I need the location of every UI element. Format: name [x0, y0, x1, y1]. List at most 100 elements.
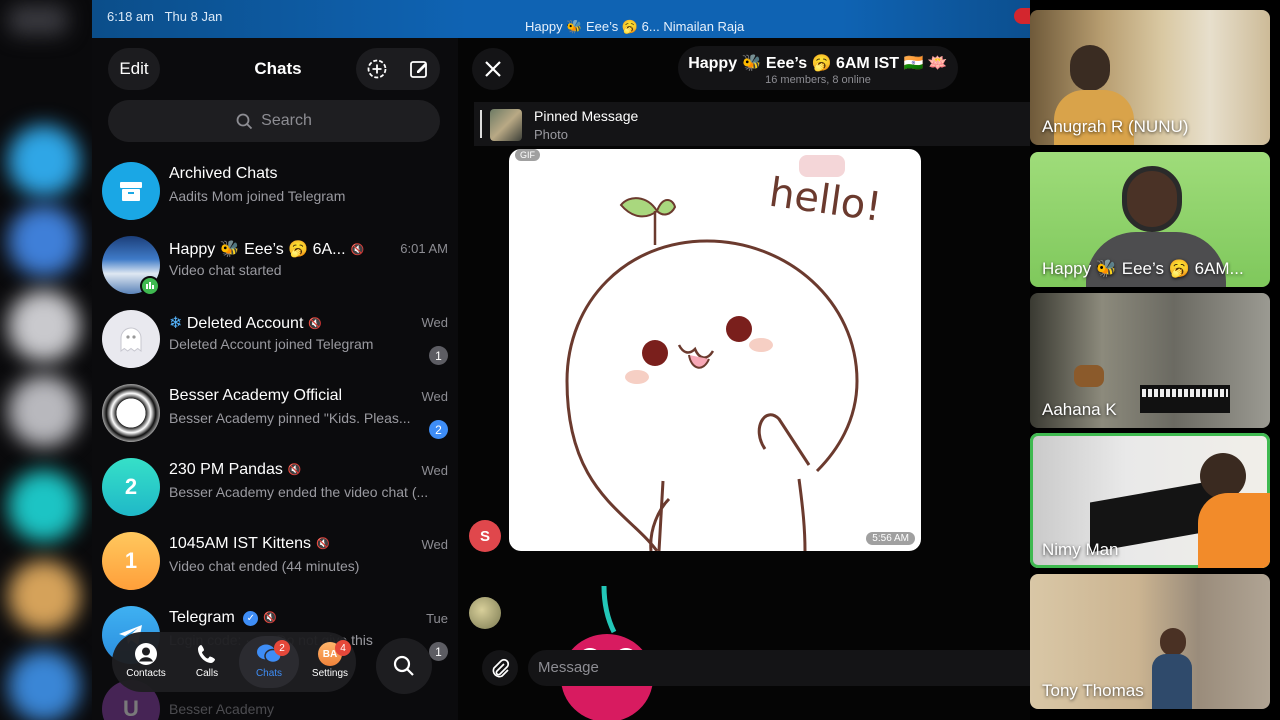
muted-icon: 🔇: [316, 538, 330, 550]
participant-video: [1198, 493, 1270, 568]
channel-avatar: [102, 384, 160, 442]
chat-date: Tue: [426, 611, 448, 626]
status-clock: 6:18 am: [107, 9, 154, 24]
chat-name-wrap: 1045AM IST Kittens 🔇: [169, 535, 330, 553]
chat-row-besser-official[interactable]: Besser Academy Official Besser Academy p…: [92, 377, 458, 450]
chat-title: Happy 🐝 Eee’s 🥱 6AM IST 🇮🇳 🪷: [688, 55, 948, 72]
pinned-title: Pinned Message: [534, 108, 639, 124]
tab-label: Calls: [195, 668, 219, 679]
chat-subtitle: 16 members, 8 online: [765, 74, 871, 86]
pinned-indicator: [480, 110, 482, 138]
compose-icon[interactable]: [398, 58, 440, 80]
participant-video: [1074, 365, 1104, 387]
header-actions: [356, 48, 440, 90]
gif-badge: GIF: [515, 149, 540, 161]
tab-calls[interactable]: Calls: [177, 636, 237, 688]
participant-tile[interactable]: Happy 🐝 Eee’s 🥱 6AM...: [1030, 152, 1270, 287]
sender-avatar[interactable]: S: [469, 520, 501, 552]
global-search-button[interactable]: [376, 638, 432, 694]
group-avatar: 1: [102, 532, 160, 590]
chat-name-wrap: Telegram ✓ 🔇: [169, 609, 277, 627]
active-call-banner[interactable]: Happy 🐝 Eee’s 🥱 6... Nimailan Raja: [525, 19, 744, 35]
dock-app-icon[interactable]: [8, 375, 80, 447]
participant-name: Anugrah R (NUNU): [1042, 117, 1189, 136]
gif-message[interactable]: hello! 5:56 AM: [509, 149, 921, 551]
pinned-thumbnail: [490, 109, 522, 141]
tab-contacts[interactable]: Contacts: [116, 636, 176, 688]
participant-tile[interactable]: Nimy Man: [1030, 433, 1270, 568]
tab-chats[interactable]: Chats 2: [239, 636, 299, 688]
chat-preview: Video chat started: [169, 262, 282, 278]
hello-sticker-image: hello!: [565, 155, 884, 551]
chat-preview: Besser Academy ended the video chat (...: [169, 484, 429, 500]
cherry-sticker-image: [561, 585, 653, 720]
participant-name: Nimy Man: [1042, 540, 1119, 559]
chat-date: Wed: [421, 315, 449, 330]
tab-settings[interactable]: BA Settings 4: [300, 636, 360, 688]
status-time: 6:18 am Thu 8 Jan: [107, 9, 222, 24]
attach-button[interactable]: [482, 650, 518, 686]
dock-app-icon[interactable]: [8, 290, 80, 362]
paperclip-icon: [492, 658, 510, 678]
close-icon: [485, 61, 501, 77]
chat-preview: Video chat ended (44 minutes): [169, 558, 360, 574]
chat-bubbles-icon: [239, 640, 299, 668]
chat-row-archived[interactable]: Archived Chats Aadits Mom joined Telegra…: [92, 155, 458, 228]
chat-row-1045am-kittens[interactable]: 1 1045AM IST Kittens 🔇 Video chat ended (…: [92, 525, 458, 598]
muted-icon: 🔇: [308, 318, 323, 330]
chat-date: Wed: [421, 389, 449, 404]
chat-row-230pm-pandas[interactable]: 2 230 PM Pandas 🔇 Besser Academy ended th…: [92, 451, 458, 524]
chat-date: Wed: [421, 463, 449, 478]
group-avatar: 2: [102, 458, 160, 516]
svg-text:hello!: hello!: [766, 170, 884, 231]
chat-list-panel: Edit Chats Search Archived Chats Aadits …: [92, 38, 458, 720]
bottom-tab-bar: Contacts Calls Chats 2 BA Settings 4: [112, 632, 356, 692]
pinned-subtitle: Photo: [534, 127, 568, 142]
dock-app-icon[interactable]: [8, 650, 80, 720]
dock-app-icon[interactable]: [8, 560, 80, 632]
unread-badge: 1: [429, 346, 448, 365]
participant-video: [1152, 654, 1192, 709]
message-input[interactable]: Message: [528, 650, 1030, 686]
chat-name-wrap: ❄ Deleted Account 🔇: [169, 313, 322, 333]
dock-app-icon[interactable]: [8, 125, 80, 197]
phone-icon: [177, 640, 237, 668]
participant-video: [1122, 166, 1182, 232]
chat-header[interactable]: Happy 🐝 Eee’s 🥱 6AM IST 🇮🇳 🪷 16 members,…: [678, 46, 958, 90]
archive-icon: [102, 162, 160, 220]
chat-date: 6:01 AM: [400, 241, 448, 256]
participant-tile[interactable]: Anugrah R (NUNU): [1030, 10, 1270, 145]
dock-app-icon[interactable]: [8, 5, 68, 35]
chat-name: Besser Academy Official: [169, 387, 343, 404]
unread-badge: 2: [429, 420, 448, 439]
close-button[interactable]: [472, 48, 514, 90]
chat-name: Deleted Account: [186, 315, 304, 332]
chat-name: 1045AM IST Kittens: [169, 535, 311, 552]
tab-label: Chats: [255, 668, 283, 679]
participant-tile[interactable]: Aahana K: [1030, 293, 1270, 428]
dock-app-icon[interactable]: [8, 205, 80, 277]
live-call-icon: [140, 276, 160, 296]
participant-name: Aahana K: [1042, 400, 1117, 419]
tab-badge: 4: [335, 640, 351, 656]
sender-avatar[interactable]: [469, 597, 501, 629]
new-story-icon[interactable]: [356, 58, 398, 80]
chat-date: Wed: [421, 537, 449, 552]
participant-tile[interactable]: Tony Thomas: [1030, 574, 1270, 709]
muted-icon: 🔇: [350, 244, 365, 256]
chat-row-deleted-account[interactable]: ❄ Deleted Account 🔇 Deleted Account joine…: [92, 303, 458, 376]
message-time: 5:56 AM: [866, 532, 915, 545]
ghost-icon: [102, 310, 160, 368]
chat-name: Telegram: [169, 609, 235, 626]
person-icon: [116, 640, 176, 668]
video-call-tiles: Anugrah R (NUNU) Happy 🐝 Eee’s 🥱 6AM... …: [1030, 0, 1280, 720]
dock-app-icon[interactable]: [8, 470, 80, 542]
muted-icon: 🔇: [287, 464, 302, 476]
participant-video: [1070, 45, 1110, 91]
tab-label: Settings: [311, 668, 349, 679]
pinned-message-bar[interactable]: Pinned Message Photo: [474, 102, 1030, 146]
search-input[interactable]: Search: [108, 100, 440, 142]
chat-name: Happy 🐝 Eee’s 🥱 6A...: [169, 241, 346, 258]
participant-name: Tony Thomas: [1042, 681, 1144, 700]
chat-row-happy-eees[interactable]: Happy 🐝 Eee’s 🥱 6A... 🔇 Video chat starte…: [92, 229, 458, 302]
